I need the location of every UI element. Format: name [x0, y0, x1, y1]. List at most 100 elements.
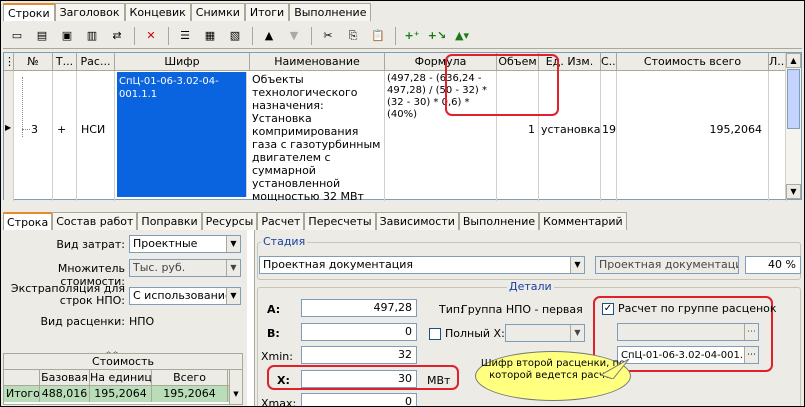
vertical-scrollbar[interactable]: ▲ ▼ [785, 53, 801, 199]
xmax-label: Xmax: [261, 397, 297, 407]
xmin-input[interactable]: 32 [301, 346, 417, 364]
cost-type-value: Проектные [133, 237, 198, 250]
row-total-cell[interactable]: 195,2064 [617, 71, 769, 201]
chevron-down-icon[interactable]: ▼ [226, 236, 240, 252]
paint-icon[interactable]: ▲▾ [452, 27, 472, 45]
row-type: + [57, 123, 67, 136]
scroll-thumb[interactable] [787, 69, 800, 129]
toolbar: ▭ ▤ ▣ ▥ ⇄ ✕ ☰ ▦ ▧ ▲ ▼ ✂ ⎘ 📋 +⁺ +↘ ▲▾ [3, 23, 802, 49]
copy-icon[interactable]: ⎘ [343, 27, 363, 45]
arrow-up-icon[interactable]: ▲ [259, 27, 279, 45]
row-code-cell[interactable]: СпЦ-01-06-3.02-04-001.1.1 [117, 72, 247, 197]
chevron-down-icon[interactable]: ▼ [226, 288, 240, 304]
row-properties-pane: Вид затрат: Проектные ▼ Множитель стоимо… [3, 230, 243, 406]
delete-icon[interactable]: ✕ [141, 27, 161, 45]
col-header-total[interactable]: Стоимость всего [617, 53, 769, 71]
tab-lower-execution[interactable]: Выполнение [458, 212, 540, 230]
col-header-code[interactable]: Шифр [115, 53, 250, 71]
scroll-down-button[interactable]: ▼ [786, 184, 801, 199]
tab-calculation[interactable]: Расчет [257, 212, 305, 230]
tab-snapshots[interactable]: Снимки [190, 3, 245, 21]
tab-execution[interactable]: Выполнение [289, 3, 372, 21]
formula-highlight [445, 54, 559, 116]
cost-type-select[interactable]: Проектные ▼ [129, 235, 241, 253]
cost-table-row[interactable]: Итого 488,016 195,2064 195,2064 [4, 386, 242, 402]
type-value: Группа НПО - первая [461, 303, 583, 316]
document-icon[interactable]: ▥ [82, 27, 102, 45]
add-child-icon[interactable]: +↘ [427, 27, 447, 45]
ellipsis-icon[interactable]: ⋯ [744, 347, 758, 363]
stage-select-value: Проектная документация [263, 258, 413, 271]
group-code-field[interactable]: СпЦ-01-06-3.02-04-001.1. ⋯ [617, 346, 759, 364]
top-tabs: Строки Заголовок Концевик Снимки Итоги В… [3, 3, 372, 21]
extrapolation-label-line2: строк НПО: [59, 294, 125, 307]
ellipsis-icon[interactable]: ⋯ [744, 324, 758, 340]
new-doc-icon[interactable]: ▭ [7, 27, 27, 45]
row-type-cell[interactable]: + [53, 71, 77, 201]
save-icon[interactable]: ▣ [57, 27, 77, 45]
tab-header[interactable]: Заголовок [54, 3, 125, 21]
insert-list-icon[interactable]: ☰ [175, 27, 195, 45]
group-select[interactable]: ⋯ [617, 323, 759, 341]
tab-totals[interactable]: Итоги [244, 3, 290, 21]
tab-recalculations[interactable]: Пересчеты [304, 212, 376, 230]
row-name: Объекты технологического назначения: Уст… [252, 73, 381, 201]
details-group-title: Детали [507, 280, 554, 293]
arrow-down-icon[interactable]: ▼ [284, 27, 304, 45]
stage-group-title: Стадия [261, 235, 308, 248]
group-calc-checkbox[interactable]: ✓ [602, 303, 614, 315]
col-header-rate[interactable]: Рас... [77, 53, 115, 71]
tab-resources[interactable]: Ресурсы [201, 212, 258, 230]
stage-percent-input[interactable]: 40 % [745, 256, 801, 274]
xmin-label: Xmin: [261, 350, 293, 363]
tab-comment[interactable]: Комментарий [539, 212, 627, 230]
tab-footer[interactable]: Концевик [124, 3, 191, 21]
replace-icon[interactable]: ⇄ [107, 27, 127, 45]
col-header-type[interactable]: Т... [53, 53, 77, 71]
tab-row[interactable]: Строка [3, 212, 53, 230]
row-unit: установка [541, 123, 601, 136]
multiplier-value: Тыс. руб. [133, 261, 186, 274]
row-name-cell[interactable]: Объекты технологического назначения: Уст… [250, 71, 385, 201]
tab-dependencies[interactable]: Зависимости [375, 212, 459, 230]
pane-splitter[interactable] [247, 230, 255, 406]
row-s-cell[interactable]: 19 [601, 71, 617, 201]
paste-icon[interactable]: 📋 [368, 27, 388, 45]
b-input[interactable]: 0 [301, 323, 417, 341]
cut-icon[interactable]: ✂ [318, 27, 338, 45]
cost-scrollbar[interactable]: ▼ [229, 370, 242, 404]
row-code: СпЦ-01-06-3.02-04-001.1.1 [119, 76, 219, 100]
row-volume: 1 [528, 123, 535, 136]
layout-icon[interactable]: ▧ [225, 27, 245, 45]
table-row[interactable]: 3 [14, 71, 53, 201]
tab-work-composition[interactable]: Состав работ [52, 212, 138, 230]
col-header-number[interactable]: № [14, 53, 53, 71]
paste-list-icon[interactable]: ▦ [200, 27, 220, 45]
b-label: B: [267, 327, 280, 340]
cost-col-empty [4, 370, 40, 385]
cost-col-total: Всего [152, 370, 228, 385]
extrapolation-select[interactable]: С использованием ▼ [129, 287, 241, 305]
notebook-icon[interactable]: ▤ [32, 27, 52, 45]
add-plus-icon[interactable]: +⁺ [402, 27, 422, 45]
chevron-down-icon[interactable]: ▼ [226, 260, 240, 276]
tab-corrections[interactable]: Поправки [137, 212, 202, 230]
scroll-up-button[interactable]: ▲ [786, 53, 801, 68]
row-indicator[interactable]: ▶ [4, 71, 14, 201]
xmax-input[interactable]: 0 [301, 393, 417, 406]
full-x-select[interactable]: ▼ [505, 324, 585, 342]
full-x-checkbox[interactable] [429, 328, 441, 340]
row-rate: НСИ [81, 123, 106, 136]
a-input[interactable]: 497,28 [301, 299, 417, 317]
multiplier-select[interactable]: Тыс. руб. ▼ [129, 259, 241, 277]
toolbar-separator [311, 26, 312, 45]
row-s: 19 [602, 123, 616, 136]
chevron-down-icon[interactable]: ▼ [570, 325, 584, 341]
col-header-s[interactable]: С... [601, 53, 617, 71]
group-calc-label: Расчет по группе расценок [618, 302, 777, 315]
chevron-down-icon[interactable]: ▼ [570, 257, 584, 273]
stage-select[interactable]: Проектная документация ▼ [259, 256, 585, 274]
col-header-name[interactable]: Наименование [250, 53, 385, 71]
row-rate-cell[interactable]: НСИ [77, 71, 115, 201]
tab-rows[interactable]: Строки [3, 3, 55, 21]
